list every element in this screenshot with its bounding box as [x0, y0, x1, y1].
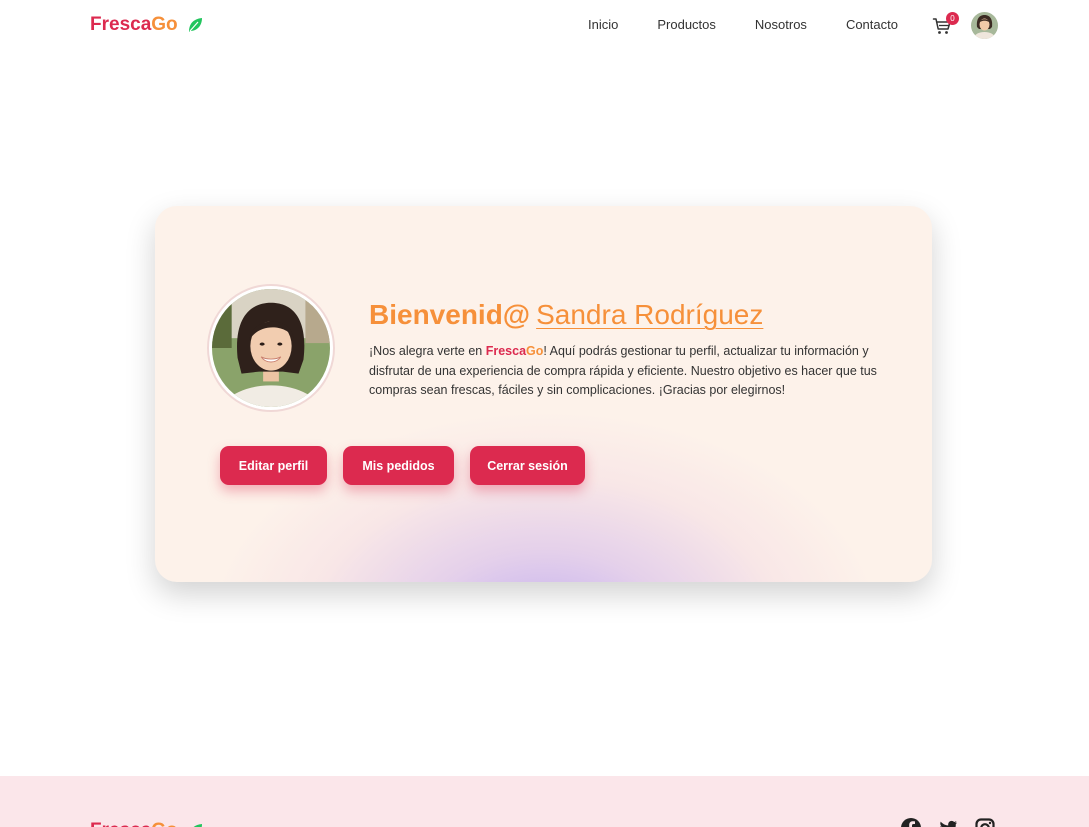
- profile-photo: [207, 284, 335, 412]
- instagram-icon[interactable]: [975, 818, 995, 827]
- facebook-icon[interactable]: [901, 818, 921, 827]
- brand-name-part2: Go: [151, 14, 178, 35]
- leaf-icon: [188, 18, 202, 32]
- inline-brand: FrescaGo: [486, 344, 544, 358]
- welcome-prefix: Bienvenid@: [369, 299, 531, 330]
- welcome-description: ¡Nos alegra verte en FrescaGo! Aquí podr…: [369, 342, 881, 401]
- cart-count-badge: 0: [946, 12, 959, 25]
- inline-brand-part2: Go: [526, 344, 544, 358]
- edit-profile-button[interactable]: Editar perfil: [220, 446, 327, 485]
- main-nav: Inicio Productos Nosotros Contacto: [588, 17, 937, 32]
- brand-name-part1: Fresca: [90, 14, 152, 35]
- site-header: Fresca Go Inicio Productos Nosotros Conta…: [0, 0, 1089, 52]
- user-name: Sandra Rodríguez: [536, 299, 764, 330]
- nav-item-productos[interactable]: Productos: [657, 17, 716, 32]
- nav-item-contacto[interactable]: Contacto: [846, 17, 898, 32]
- footer-brand-part1: Fresca: [90, 820, 151, 827]
- logout-button[interactable]: Cerrar sesión: [470, 446, 585, 485]
- inline-brand-part1: Fresca: [485, 344, 527, 358]
- footer-brand-part2: Go: [151, 820, 177, 827]
- desc-before: ¡Nos alegra verte en: [369, 344, 486, 358]
- footer-brand-logo[interactable]: FrescaGo: [90, 820, 203, 827]
- card-background-glow: [195, 402, 895, 582]
- nav-item-nosotros[interactable]: Nosotros: [755, 17, 807, 32]
- user-avatar[interactable]: [971, 12, 998, 39]
- profile-card: Bienvenid@ Sandra Rodríguez ¡Nos alegra v…: [155, 206, 932, 582]
- twitter-icon[interactable]: [938, 818, 958, 827]
- welcome-heading: Bienvenid@ Sandra Rodríguez: [369, 299, 763, 331]
- leaf-icon: [193, 824, 202, 827]
- my-orders-button[interactable]: Mis pedidos: [343, 446, 454, 485]
- brand-logo[interactable]: Fresca Go: [90, 14, 203, 36]
- site-footer: FrescaGo: [0, 776, 1089, 827]
- nav-item-inicio[interactable]: Inicio: [588, 17, 618, 32]
